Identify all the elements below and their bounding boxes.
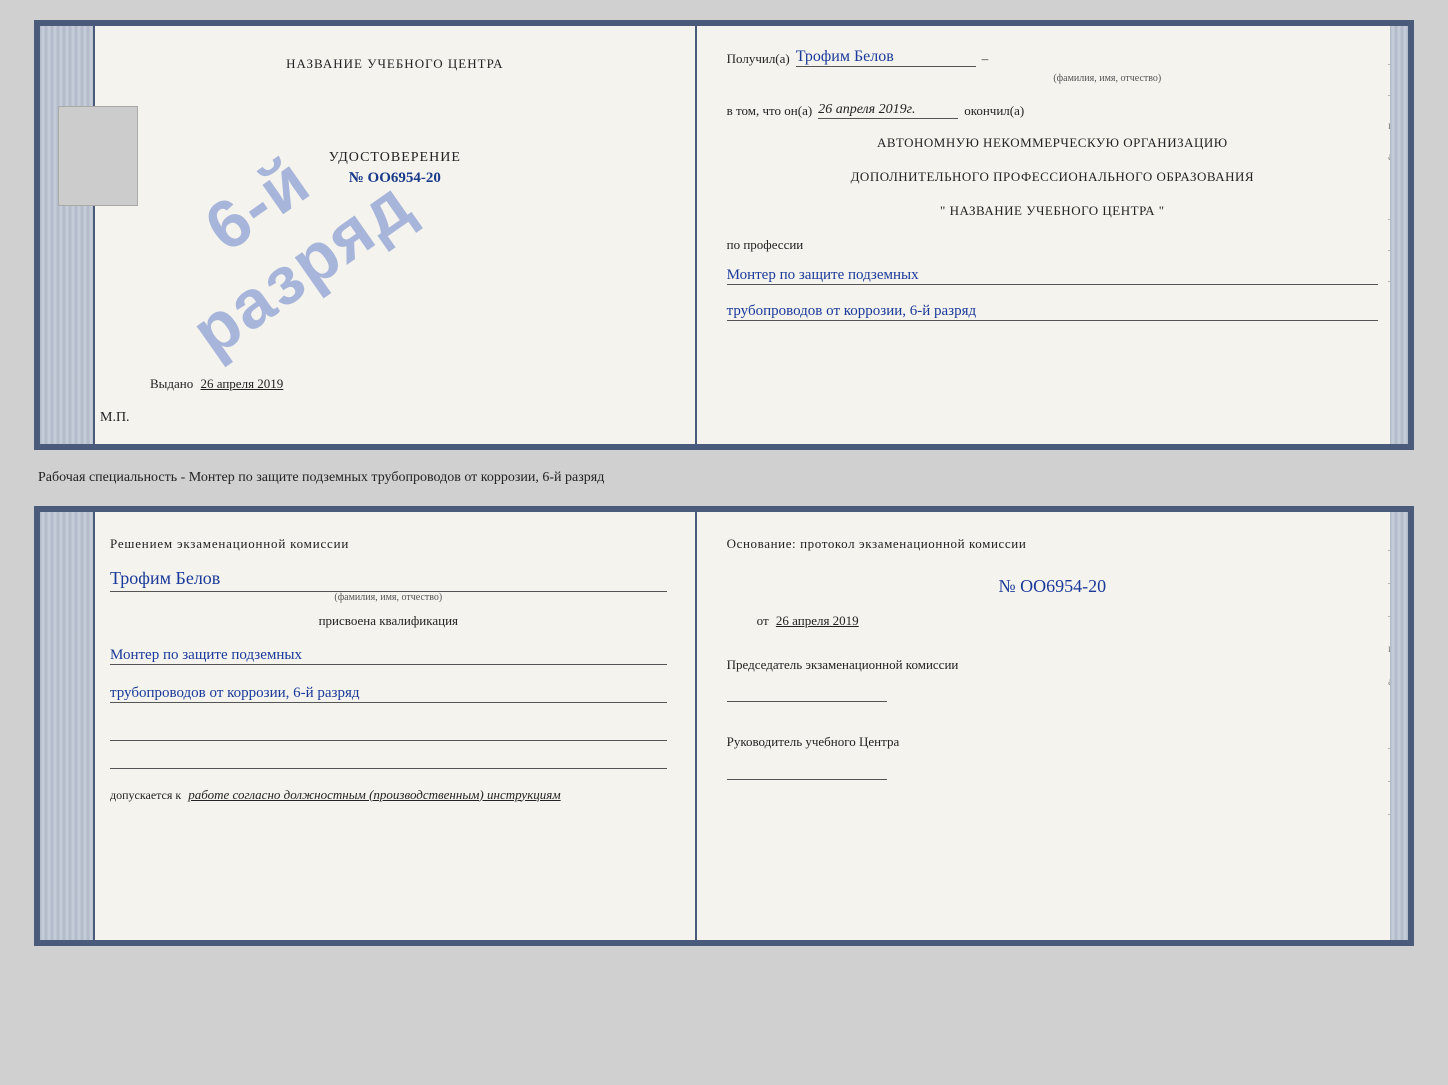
underline-2 <box>110 751 667 769</box>
middle-text: Рабочая специальность - Монтер по защите… <box>34 468 1414 488</box>
cb-date-line: от 26 апреля 2019 <box>727 613 1378 629</box>
org-line3: " НАЗВАНИЕ УЧЕБНОГО ЦЕНТРА " <box>727 203 1378 219</box>
po-professii-label: по профессии <box>727 237 1378 253</box>
qual-line1: Монтер по защите подземных <box>110 647 667 665</box>
vtom-label: в том, что он(а) <box>727 103 813 119</box>
ruk-title: Руководитель учебного Центра <box>727 734 900 749</box>
spine-left-bottom <box>40 512 95 940</box>
ruk-sig-line <box>727 762 887 780</box>
vydano-date-value: 26 апреля 2019 <box>201 376 284 391</box>
poluchil-name: Трофим Белов <box>796 48 976 67</box>
vydano-block: Выдано 26 апреля 2019 <box>150 376 283 392</box>
cb-name-block: Трофим Белов (фамилия, имя, отчество) <box>110 564 667 603</box>
cert-left-panel: НАЗВАНИЕ УЧЕБНОГО ЦЕНТРА 6-й разряд УДОС… <box>40 26 697 444</box>
org-line2: ДОПОЛНИТЕЛЬНОГО ПРОФЕССИОНАЛЬНОГО ОБРАЗО… <box>727 169 1378 185</box>
predsed-block: Председатель экзаменационной комиссии <box>727 655 1378 703</box>
top-certificate: НАЗВАНИЕ УЧЕБНОГО ЦЕНТРА 6-й разряд УДОС… <box>34 20 1414 450</box>
ud-title: УДОСТОВЕРЕНИЕ <box>329 150 461 166</box>
spine-right-bottom <box>1390 512 1408 940</box>
bottom-right-panel: Основание: протокол экзаменационной коми… <box>697 512 1408 940</box>
mp-block: М.П. <box>100 410 130 426</box>
bottom-certificate: Решением экзаменационной комиссии Трофим… <box>34 506 1414 946</box>
cb-name-hw: Трофим Белов <box>110 568 667 592</box>
cb-underlines <box>110 723 667 769</box>
osnovanie-title: Основание: протокол экзаменационной коми… <box>727 534 1378 554</box>
poluchil-sub: (фамилия, имя, отчество) <box>837 73 1378 84</box>
predsed-title: Председатель экзаменационной комиссии <box>727 657 959 672</box>
org-line1: АВТОНОМНУЮ НЕКОММЕРЧЕСКУЮ ОРГАНИЗАЦИЮ <box>727 135 1378 151</box>
okonchil-label: окончил(а) <box>964 103 1024 119</box>
profession-line1: Монтер по защите подземных <box>727 267 1378 285</box>
dopusk-hw: работе согласно должностным (производств… <box>188 787 560 802</box>
ot-label: от <box>757 613 769 628</box>
vydano-label-text: Выдано 26 апреля 2019 <box>150 376 283 391</box>
middle-text-content: Рабочая специальность - Монтер по защите… <box>38 470 604 485</box>
profession-line2: трубопроводов от коррозии, 6-й разряд <box>727 303 1378 321</box>
stamp-text-line2: разряд <box>178 164 427 371</box>
cb-name-sub: (фамилия, имя, отчество) <box>110 592 667 603</box>
cert-left-title: НАЗВАНИЕ УЧЕБНОГО ЦЕНТРА <box>286 56 503 72</box>
stamp-text-line1: 6-й <box>191 141 324 267</box>
ot-date: 26 апреля 2019 <box>776 613 859 628</box>
vtom-date: 26 апреля 2019г. <box>818 102 958 119</box>
prisvoena-label: присвоена квалификация <box>110 613 667 629</box>
poluchil-row: Получил(а) Трофим Белов – <box>727 48 1378 67</box>
udostoverenie-block: УДОСТОВЕРЕНИЕ № OO6954-20 <box>329 150 461 187</box>
photo-placeholder <box>58 106 138 206</box>
ud-number: № OO6954-20 <box>329 170 461 187</box>
ruk-block: Руководитель учебного Центра <box>727 732 1378 780</box>
poluchil-label: Получил(а) <box>727 51 790 67</box>
cb-number-hw: № OO6954-20 <box>727 576 1378 597</box>
predsed-sig-line <box>727 684 887 702</box>
dopusk-label: допускается к <box>110 788 181 802</box>
resheniem-title: Решением экзаменационной комиссии <box>110 534 667 554</box>
vtom-row: в том, что он(а) 26 апреля 2019г. окончи… <box>727 102 1378 119</box>
cert-right-panel: Получил(а) Трофим Белов – (фамилия, имя,… <box>697 26 1408 444</box>
dash-after-name: – <box>982 51 989 67</box>
spine-right <box>1390 26 1408 444</box>
bottom-left-panel: Решением экзаменационной комиссии Трофим… <box>40 512 697 940</box>
qual-line2: трубопроводов от коррозии, 6-й разряд <box>110 685 667 703</box>
dopusk-block: допускается к работе согласно должностны… <box>110 787 667 803</box>
underline-1 <box>110 723 667 741</box>
